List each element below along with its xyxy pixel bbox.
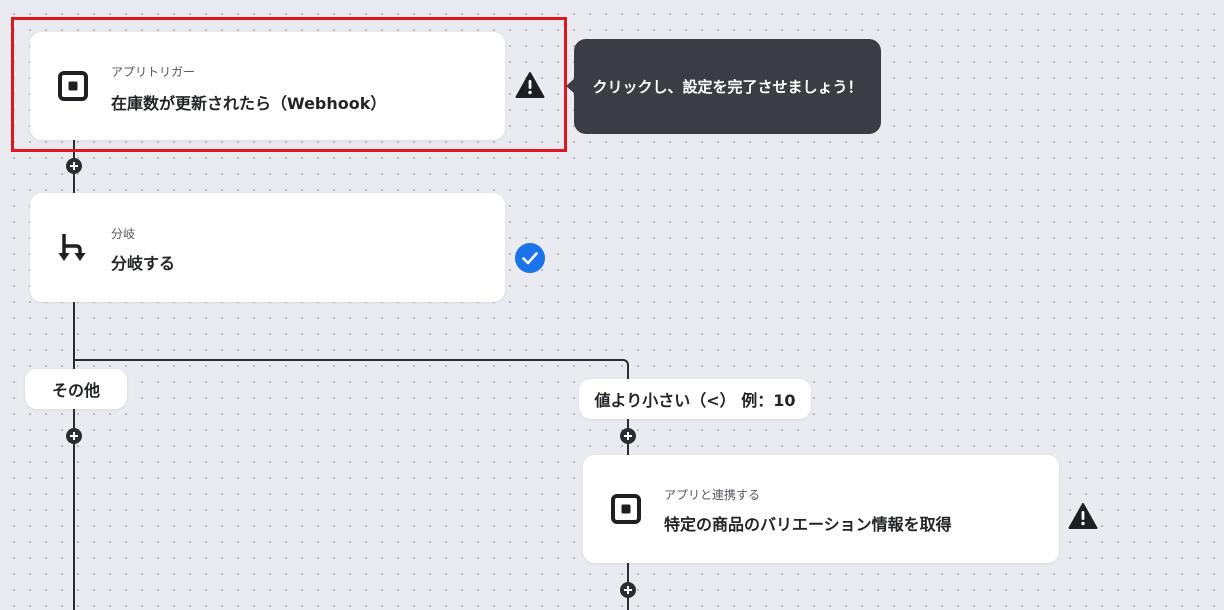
tooltip-text: クリックし、設定を完了させましょう！ [592,78,863,96]
warning-icon[interactable] [1067,500,1099,532]
node-title: 特定の商品のバリエーション情報を取得 [664,515,952,534]
square-logo-icon [610,493,642,525]
setup-tooltip: クリックし、設定を完了させましょう！ [574,39,881,134]
branch-label-text: 値より小さい（<） 例：10 [594,391,796,410]
add-step-button[interactable] [620,582,636,598]
branch-connector [74,359,629,380]
branch-label-condition[interactable]: 値より小さい（<） 例：10 [579,379,811,419]
branch-node-card[interactable]: 分岐 分岐する [30,193,505,302]
branch-icon [57,232,89,264]
warning-icon[interactable] [514,69,546,101]
node-type-label: アプリと連携する [664,488,761,502]
check-circle-icon [514,242,546,274]
node-type-label: 分岐 [111,227,136,241]
add-step-button[interactable] [66,158,82,174]
node-title: 分岐する [111,254,176,273]
connector-line [73,302,75,610]
action-node-card[interactable]: アプリと連携する 特定の商品のバリエーション情報を取得 [583,455,1059,563]
branch-label-other[interactable]: その他 [25,369,127,409]
add-step-button[interactable] [620,428,636,444]
highlight-frame [11,17,567,152]
add-step-button[interactable] [66,428,82,444]
branch-label-text: その他 [51,381,100,400]
